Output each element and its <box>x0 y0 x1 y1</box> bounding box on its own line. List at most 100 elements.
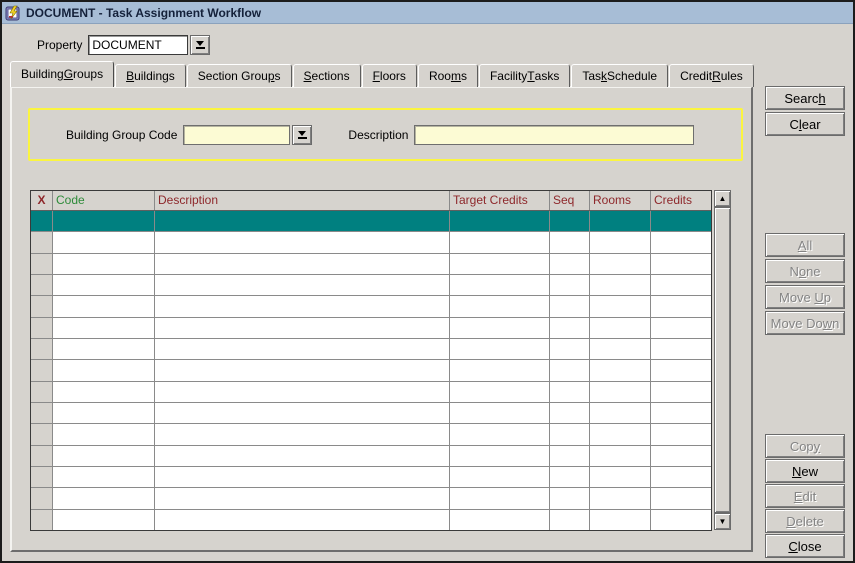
table-cell <box>590 360 651 380</box>
building-group-code-input[interactable] <box>183 125 290 145</box>
table-cell <box>155 382 450 402</box>
none-button[interactable]: None <box>765 259 845 283</box>
table-cell <box>31 360 53 380</box>
table-cell <box>651 488 711 508</box>
tab-section-groups[interactable]: Section Groups <box>187 64 292 87</box>
tab-floors[interactable]: Floors <box>362 64 417 87</box>
table-cell <box>31 254 53 274</box>
label-part: C <box>788 539 797 554</box>
table-header-row: XCodeDescriptionTarget CreditsSeqRoomsCr… <box>31 191 711 211</box>
label-part: F <box>373 69 380 83</box>
table-cell <box>31 296 53 316</box>
results-grid: XCodeDescriptionTarget CreditsSeqRoomsCr… <box>30 190 712 531</box>
building-group-code-lov-button[interactable] <box>292 125 312 145</box>
vertical-scrollbar[interactable]: ▲ ▼ <box>714 190 731 530</box>
label-part: h <box>818 91 825 106</box>
all-button[interactable]: All <box>765 233 845 257</box>
column-header-code: Code <box>53 191 155 210</box>
table-cell <box>651 403 711 423</box>
table-row[interactable] <box>31 424 711 445</box>
table-row[interactable] <box>31 232 711 253</box>
table-cell <box>590 382 651 402</box>
label-part: Tas <box>582 69 601 83</box>
move-up-button[interactable]: Move Up <box>765 285 845 309</box>
table-cell <box>550 510 590 530</box>
table-row[interactable] <box>31 254 711 275</box>
property-lov-button[interactable] <box>190 35 210 55</box>
table-cell <box>53 360 155 380</box>
table-cell <box>31 467 53 487</box>
table-row[interactable] <box>31 275 711 296</box>
lov-dropdown-icon <box>297 131 307 139</box>
tab-buildings[interactable]: Buildings <box>115 64 186 87</box>
label-part: lose <box>798 539 822 554</box>
clear-button[interactable]: Clear <box>765 112 845 136</box>
table-cell <box>31 382 53 402</box>
table-cell <box>450 318 550 338</box>
table-cell <box>53 510 155 530</box>
tab-task-schedule[interactable]: Task Schedule <box>571 64 668 87</box>
new-button[interactable]: New <box>765 459 845 483</box>
table-row[interactable] <box>31 403 711 424</box>
delete-button[interactable]: Delete <box>765 509 845 533</box>
scroll-up-icon[interactable]: ▲ <box>714 190 731 207</box>
table-row[interactable] <box>31 339 711 360</box>
search-button[interactable]: Search <box>765 86 845 110</box>
property-input[interactable] <box>88 35 188 55</box>
table-cell <box>53 275 155 295</box>
table-row[interactable] <box>31 488 711 509</box>
label-part: Building <box>21 67 64 81</box>
move-down-button[interactable]: Move Down <box>765 311 845 335</box>
table-cell <box>31 424 53 444</box>
close-button[interactable]: Close <box>765 534 845 558</box>
table-row[interactable] <box>31 446 711 467</box>
table-row[interactable] <box>31 467 711 488</box>
table-cell <box>651 446 711 466</box>
property-row: Property <box>37 34 210 55</box>
scrollbar-thumb[interactable] <box>714 207 731 513</box>
table-cell <box>590 424 651 444</box>
label-part: B <box>126 69 134 83</box>
table-cell <box>651 232 711 252</box>
window-title: DOCUMENT - Task Assignment Workflow <box>26 6 261 20</box>
label-part: ll <box>806 238 812 253</box>
table-row[interactable] <box>31 382 711 403</box>
scroll-down-icon[interactable]: ▼ <box>714 513 731 530</box>
table-row[interactable] <box>31 510 711 530</box>
label-part: elete <box>796 514 824 529</box>
table-cell <box>155 403 450 423</box>
window-icon <box>5 5 22 21</box>
table-cell <box>155 446 450 466</box>
table-row[interactable] <box>31 318 711 339</box>
table-cell <box>31 488 53 508</box>
window-titlebar[interactable]: DOCUMENT - Task Assignment Workflow <box>2 2 853 24</box>
tab-sections[interactable]: Sections <box>293 64 361 87</box>
table-cell <box>651 211 711 231</box>
table-row[interactable] <box>31 360 711 381</box>
table-row[interactable] <box>31 211 711 232</box>
label-part: C <box>789 117 798 132</box>
description-input[interactable] <box>414 125 694 145</box>
label-part: Credit <box>680 69 712 83</box>
table-cell <box>53 318 155 338</box>
column-header-target-credits: Target Credits <box>450 191 550 210</box>
table-row[interactable] <box>31 296 711 317</box>
tab-building-groups[interactable]: Building Groups <box>10 61 114 87</box>
table-cell <box>450 296 550 316</box>
tab-facility-tasks[interactable]: Facility Tasks <box>479 64 570 87</box>
label-part: y <box>814 439 821 454</box>
copy-button[interactable]: Copy <box>765 434 845 458</box>
label-part: Cop <box>790 439 814 454</box>
table-cell <box>550 296 590 316</box>
query-panel: Building Group Code Description <box>28 108 743 161</box>
table-cell <box>550 382 590 402</box>
label-part: n <box>832 316 839 331</box>
label-part: w <box>823 316 832 331</box>
label-part: m <box>451 69 461 83</box>
tab-rooms[interactable]: Rooms <box>418 64 478 87</box>
column-header-description: Description <box>155 191 450 210</box>
edit-button[interactable]: Edit <box>765 484 845 508</box>
tab-credit-rules[interactable]: Credit Rules <box>669 64 754 87</box>
table-cell <box>31 446 53 466</box>
table-cell <box>53 467 155 487</box>
